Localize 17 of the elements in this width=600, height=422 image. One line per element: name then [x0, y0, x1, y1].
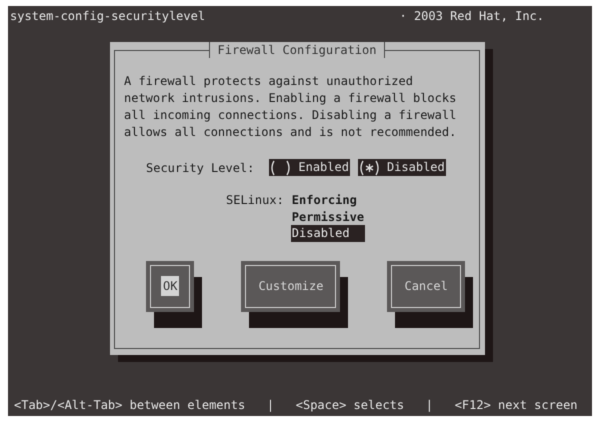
list-item[interactable]: Permissive [290, 208, 366, 225]
radio-option[interactable]: Disabled [358, 159, 446, 176]
description-text: A firewall protects against unauthorized network intrusions. Enabling a firewall blocks all incoming connections. Disabling a firewall allows all connections and is not recommended. [124, 73, 458, 141]
radio-icon[interactable] [358, 160, 380, 176]
radio-option[interactable]: Enabled [269, 159, 350, 176]
key-hints: <Tab>/<Alt-Tab> between elements | <Space> selects | <F12> next screen [13, 397, 579, 414]
customize-button[interactable]: Customize [241, 260, 340, 312]
list-item[interactable]: Disabled [290, 225, 366, 242]
copyright-text: · 2003 Red Hat, Inc. [400, 8, 544, 24]
app-title: system-config-securitylevel [10, 8, 206, 24]
radio-icon[interactable] [270, 160, 292, 176]
dialog-title: Firewall Configuration [208, 42, 386, 58]
ok-button[interactable]: OK [146, 260, 194, 312]
selinux-label: SELinux: [226, 192, 284, 208]
security-level-label: Security Level: [146, 160, 254, 174]
list-item[interactable]: Enforcing [290, 192, 366, 208]
cancel-button[interactable]: Cancel [387, 260, 465, 312]
